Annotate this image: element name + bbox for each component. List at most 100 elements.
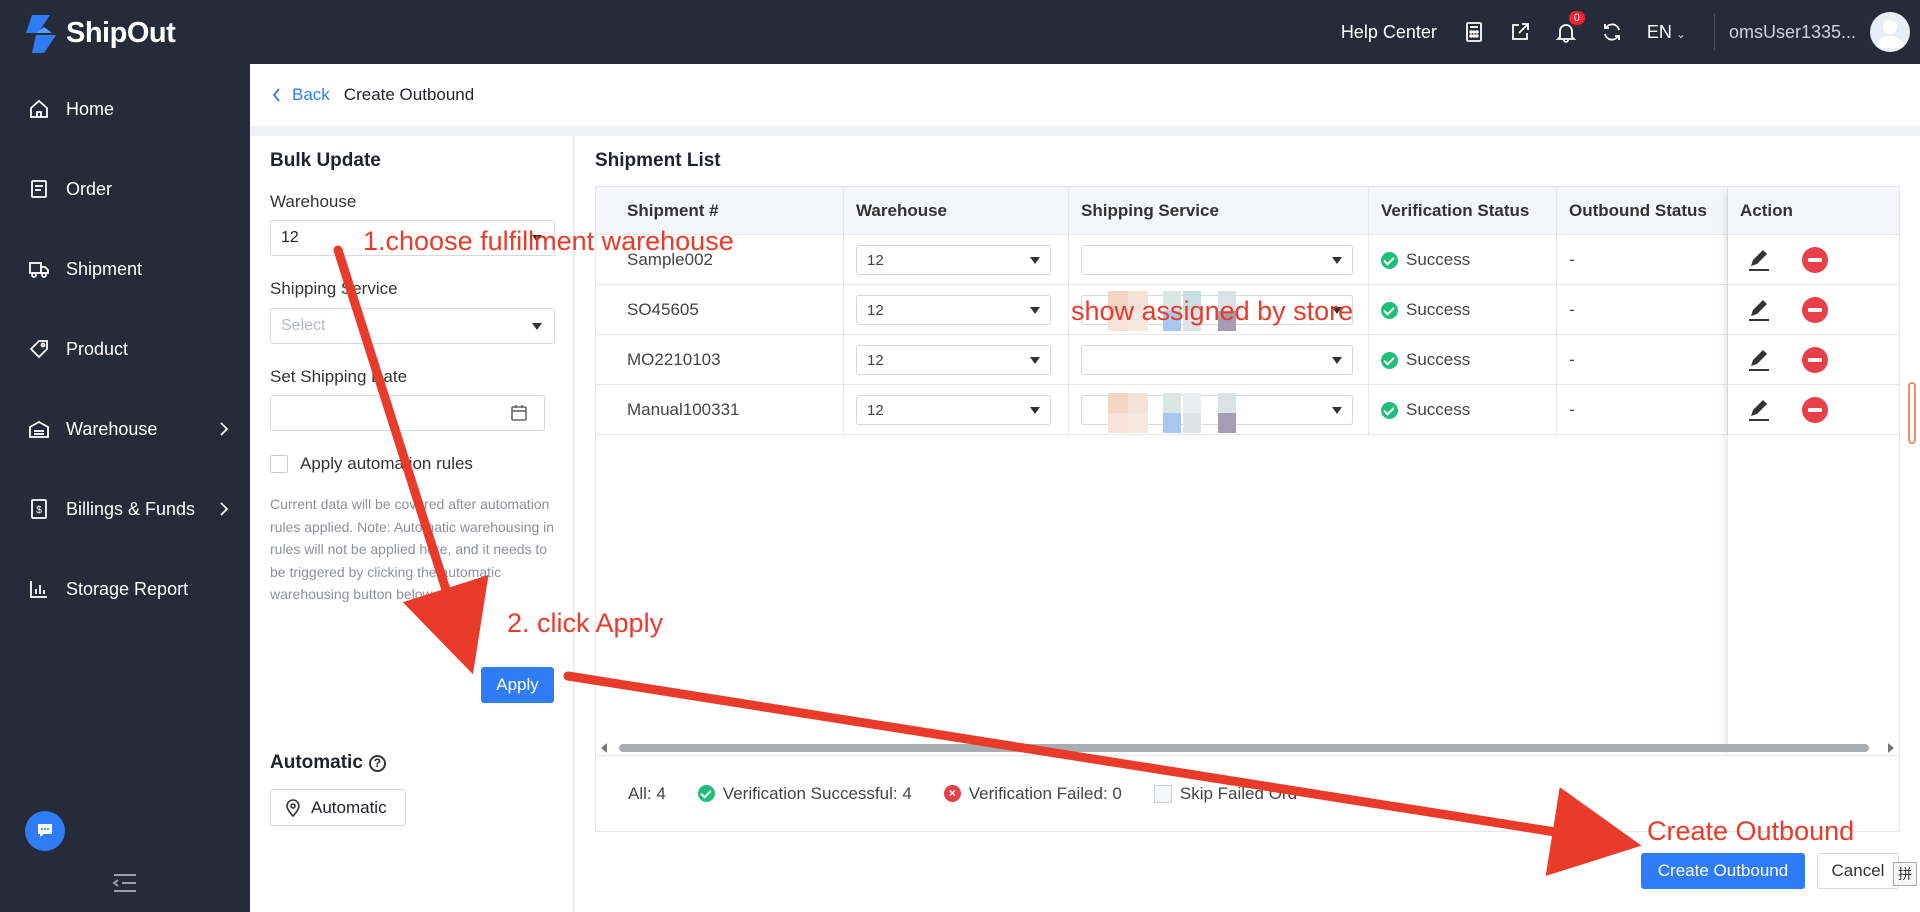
sidebar-item-label: Home — [66, 98, 115, 119]
scrollbar-thumb[interactable] — [619, 744, 1869, 752]
caret-down-icon — [1030, 307, 1040, 314]
sidebar-item-home[interactable]: Home — [0, 84, 250, 134]
delete-icon[interactable] — [1802, 397, 1828, 423]
sidebar-item-storage-report[interactable]: Storage Report — [0, 564, 250, 614]
delete-icon[interactable] — [1802, 247, 1828, 273]
chevron-right-icon — [220, 502, 229, 516]
chat-button[interactable] — [25, 811, 65, 851]
automatic-button[interactable]: Automatic — [270, 789, 406, 826]
calculator-icon[interactable] — [1463, 21, 1485, 43]
collapse-menu-icon[interactable] — [112, 872, 138, 894]
caret-down-icon — [532, 323, 542, 330]
column-header-action: Action — [1740, 201, 1793, 220]
create-outbound-button[interactable]: Create Outbound — [1641, 853, 1805, 889]
help-center-link[interactable]: Help Center — [1341, 22, 1437, 43]
shipping-date-label: Set Shipping Date — [270, 367, 408, 386]
notification-badge: 0 — [1568, 11, 1585, 25]
language-value: EN — [1646, 21, 1672, 42]
page-header: Back Create Outbound — [250, 64, 1920, 126]
shipping-date-picker[interactable] — [270, 395, 545, 431]
sidebar-item-order[interactable]: Order — [0, 164, 250, 214]
verification-status: Success — [1406, 350, 1471, 369]
column-header-warehouse: Warehouse — [844, 187, 1069, 235]
sidebar-item-label: Billings & Funds — [66, 498, 196, 519]
row-warehouse-select[interactable]: 12 — [856, 345, 1051, 375]
table-header: Shipment # Warehouse Shipping Service Ve… — [596, 187, 1899, 235]
summary-all: All: 4 — [628, 783, 666, 803]
outbound-status: - — [1557, 235, 1728, 285]
skip-failed-checkbox[interactable] — [1153, 784, 1172, 803]
skip-failed-label: Skip Failed Ord — [1179, 783, 1298, 803]
success-icon — [1381, 351, 1398, 369]
sidebar-item-billings[interactable]: $ Billings & Funds — [0, 484, 250, 534]
automatic-title: Automatic ? — [270, 752, 386, 774]
apply-button[interactable]: Apply — [481, 667, 554, 703]
skip-failed-option[interactable]: Skip Failed Ord — [1153, 783, 1298, 804]
order-icon — [31, 180, 47, 198]
back-label: Back — [292, 85, 330, 104]
row-warehouse-value: 12 — [867, 251, 884, 269]
row-shipping-service-select[interactable] — [1081, 345, 1353, 375]
chevron-left-icon — [272, 88, 280, 102]
row-warehouse-select[interactable]: 12 — [856, 395, 1051, 425]
calendar-icon — [511, 405, 527, 421]
logo[interactable]: ShipOut — [22, 13, 176, 53]
shipment-number[interactable]: SO45605 — [596, 285, 844, 335]
success-icon — [1381, 251, 1398, 269]
avatar[interactable] — [1870, 12, 1910, 52]
annotation-step2: 2. click Apply — [507, 608, 664, 638]
delete-icon[interactable] — [1802, 297, 1828, 323]
warehouse-icon — [29, 420, 49, 438]
summary-success: Verification Successful: 4 — [697, 783, 912, 804]
sidebar-item-label: Order — [66, 178, 113, 199]
notification-bell-icon[interactable]: 0 — [1555, 11, 1585, 43]
shipment-number[interactable]: MO2210103 — [596, 335, 844, 385]
edit-pencil-icon[interactable] — [1746, 397, 1772, 423]
export-icon[interactable] — [1509, 21, 1531, 43]
chat-icon — [38, 824, 52, 837]
row-shipping-service-select[interactable] — [1081, 245, 1353, 275]
back-button[interactable]: Back — [272, 85, 330, 105]
sidebar-item-warehouse[interactable]: Warehouse — [0, 404, 250, 454]
summary-success-text: Verification Successful: 4 — [722, 783, 912, 803]
language-selector[interactable]: EN ⌄ — [1647, 22, 1686, 43]
sidebar: Home Order Shipment Product Warehouse $ … — [0, 64, 250, 912]
chevron-down-icon: ⌄ — [1675, 26, 1686, 41]
ime-indicator[interactable]: 拼 — [1893, 862, 1917, 886]
shipment-number[interactable]: Manual100331 — [596, 385, 844, 435]
sidebar-item-label: Storage Report — [66, 578, 189, 599]
delete-icon[interactable] — [1802, 347, 1828, 373]
truck-icon — [29, 262, 49, 278]
caret-down-icon — [1332, 357, 1342, 364]
caret-down-icon — [1030, 407, 1040, 414]
column-header-verification: Verification Status — [1369, 187, 1557, 235]
scroll-left-icon[interactable] — [599, 742, 609, 754]
automation-rules-checkbox[interactable] — [270, 455, 288, 473]
annotation-step1: 1.choose fulfillment warehouse — [363, 226, 734, 256]
help-icon[interactable]: ? — [368, 754, 386, 772]
scroll-right-icon[interactable] — [1886, 742, 1896, 754]
sidebar-item-shipment[interactable]: Shipment — [0, 244, 250, 294]
sidebar-item-product[interactable]: Product — [0, 324, 250, 374]
column-header-shipping-service: Shipping Service — [1069, 187, 1369, 235]
edit-pencil-icon[interactable] — [1746, 347, 1772, 373]
summary-failed: × Verification Failed: 0 — [943, 784, 1122, 804]
row-warehouse-select[interactable]: 12 — [856, 295, 1051, 325]
refresh-icon[interactable] — [1601, 21, 1623, 43]
bulk-update-title: Bulk Update — [270, 150, 381, 171]
chart-icon — [30, 581, 47, 598]
vertical-scrollbar-thumb[interactable] — [1908, 382, 1916, 444]
row-warehouse-select[interactable]: 12 — [856, 245, 1051, 275]
shipment-table: Shipment # Warehouse Shipping Service Ve… — [595, 186, 1900, 756]
outbound-status: - — [1557, 385, 1728, 435]
edit-pencil-icon[interactable] — [1746, 247, 1772, 273]
success-icon — [1381, 401, 1398, 419]
edit-pencil-icon[interactable] — [1746, 297, 1772, 323]
horizontal-scrollbar[interactable] — [595, 740, 1900, 756]
outbound-status: - — [1557, 285, 1728, 335]
user-name[interactable]: omsUser1335... — [1729, 22, 1856, 43]
shipping-service-select[interactable]: Select — [270, 308, 555, 344]
cancel-button[interactable]: Cancel — [1817, 853, 1899, 889]
shipout-logo-icon — [22, 13, 62, 53]
divider — [1713, 14, 1715, 50]
